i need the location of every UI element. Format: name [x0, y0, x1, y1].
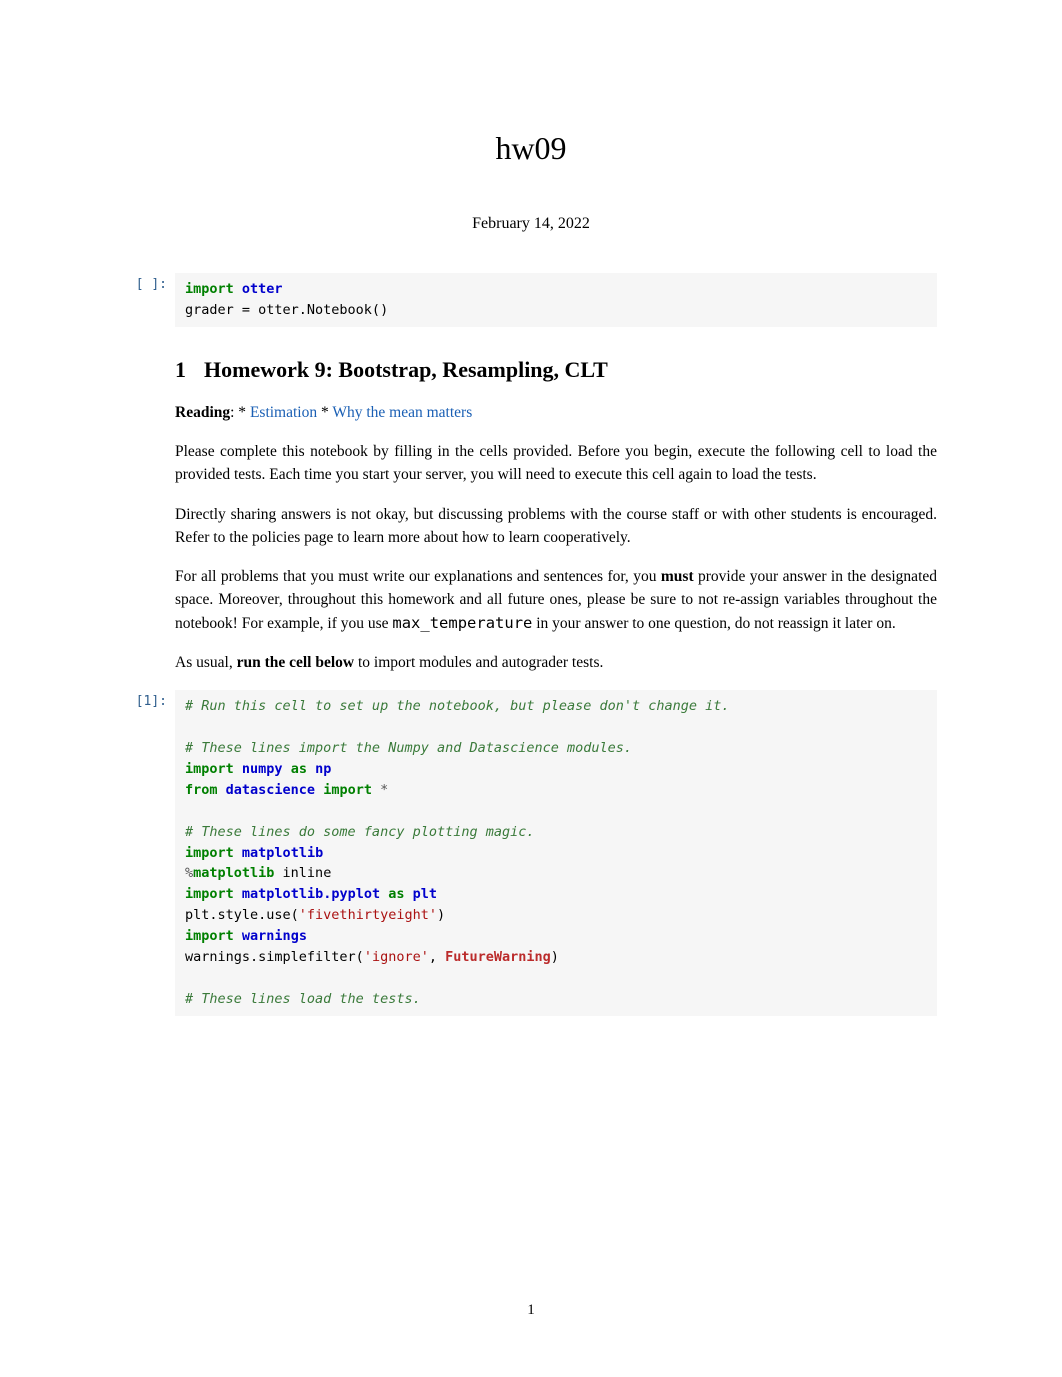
paragraph: For all problems that you must write our… [175, 565, 937, 635]
keyword: import [185, 928, 234, 944]
code-cell-2: [1]: # Run this cell to set up the noteb… [125, 690, 937, 1016]
module: warnings [242, 928, 307, 944]
comment: # These lines import the Numpy and Datas… [185, 740, 632, 756]
input-prompt: [1]: [125, 690, 175, 709]
keyword: import [323, 782, 372, 798]
section-heading: 1 Homework 9: Bootstrap, Resampling, CLT [175, 357, 937, 383]
code: ) [551, 949, 559, 965]
module: numpy [242, 761, 283, 777]
keyword-import: import [185, 281, 234, 297]
module-name: otter [242, 281, 283, 297]
text: For all problems that you must write our… [175, 568, 661, 585]
document-date: February 14, 2022 [125, 215, 937, 233]
string: 'ignore' [364, 949, 429, 965]
document-page: hw09 February 14, 2022 [ ]: import otter… [0, 0, 1062, 1377]
comment: # Run this cell to set up the notebook, … [185, 698, 730, 714]
magic-percent: % [185, 865, 193, 881]
keyword: import [185, 886, 234, 902]
text: As usual, [175, 654, 237, 671]
code-body: # Run this cell to set up the notebook, … [175, 690, 937, 1016]
bold-text: run the cell below [237, 654, 355, 671]
code: warnings.simplefilter( [185, 949, 364, 965]
comment: # These lines load the tests. [185, 991, 421, 1007]
code: ) [437, 907, 445, 923]
link-estimation[interactable]: Estimation [250, 404, 317, 421]
module: matplotlib.pyplot [242, 886, 380, 902]
code: plt.style.use( [185, 907, 299, 923]
paragraph: Please complete this notebook by filling… [175, 440, 937, 487]
reading-line: Reading: * Estimation * Why the mean mat… [175, 401, 937, 424]
text: in your answer to one question, do not r… [532, 615, 895, 632]
page-number: 1 [0, 1302, 1062, 1319]
exception-name: FutureWarning [445, 949, 551, 965]
keyword: import [185, 761, 234, 777]
link-mean-matters[interactable]: Why the mean matters [332, 404, 472, 421]
code: , [429, 949, 445, 965]
paragraph: Directly sharing answers is not okay, bu… [175, 503, 937, 550]
keyword: import [185, 845, 234, 861]
separator: * [317, 404, 332, 421]
section-title: Homework 9: Bootstrap, Resampling, CLT [204, 357, 608, 382]
magic: matplotlib [193, 865, 274, 881]
section-number: 1 [175, 357, 186, 382]
alias: np [315, 761, 331, 777]
input-prompt: [ ]: [125, 273, 175, 292]
operator: * [380, 782, 388, 798]
inline-code: max_temperature [392, 614, 532, 632]
keyword: as [388, 886, 404, 902]
bold-text: must [661, 568, 694, 585]
alias: plt [413, 886, 437, 902]
keyword: as [291, 761, 307, 777]
code-line: grader = otter.Notebook() [185, 302, 388, 318]
string: 'fivethirtyeight' [299, 907, 437, 923]
paragraph: As usual, run the cell below to import m… [175, 651, 937, 674]
comment: # These lines do some fancy plotting mag… [185, 824, 535, 840]
document-title: hw09 [125, 130, 937, 167]
text: inline [274, 865, 331, 881]
separator: : * [230, 404, 250, 421]
code-cell-1: [ ]: import otter grader = otter.Noteboo… [125, 273, 937, 327]
module: matplotlib [242, 845, 323, 861]
keyword: from [185, 782, 218, 798]
reading-label: Reading [175, 404, 230, 421]
code-body: import otter grader = otter.Notebook() [175, 273, 937, 327]
text: to import modules and autograder tests. [354, 654, 603, 671]
module: datascience [226, 782, 315, 798]
